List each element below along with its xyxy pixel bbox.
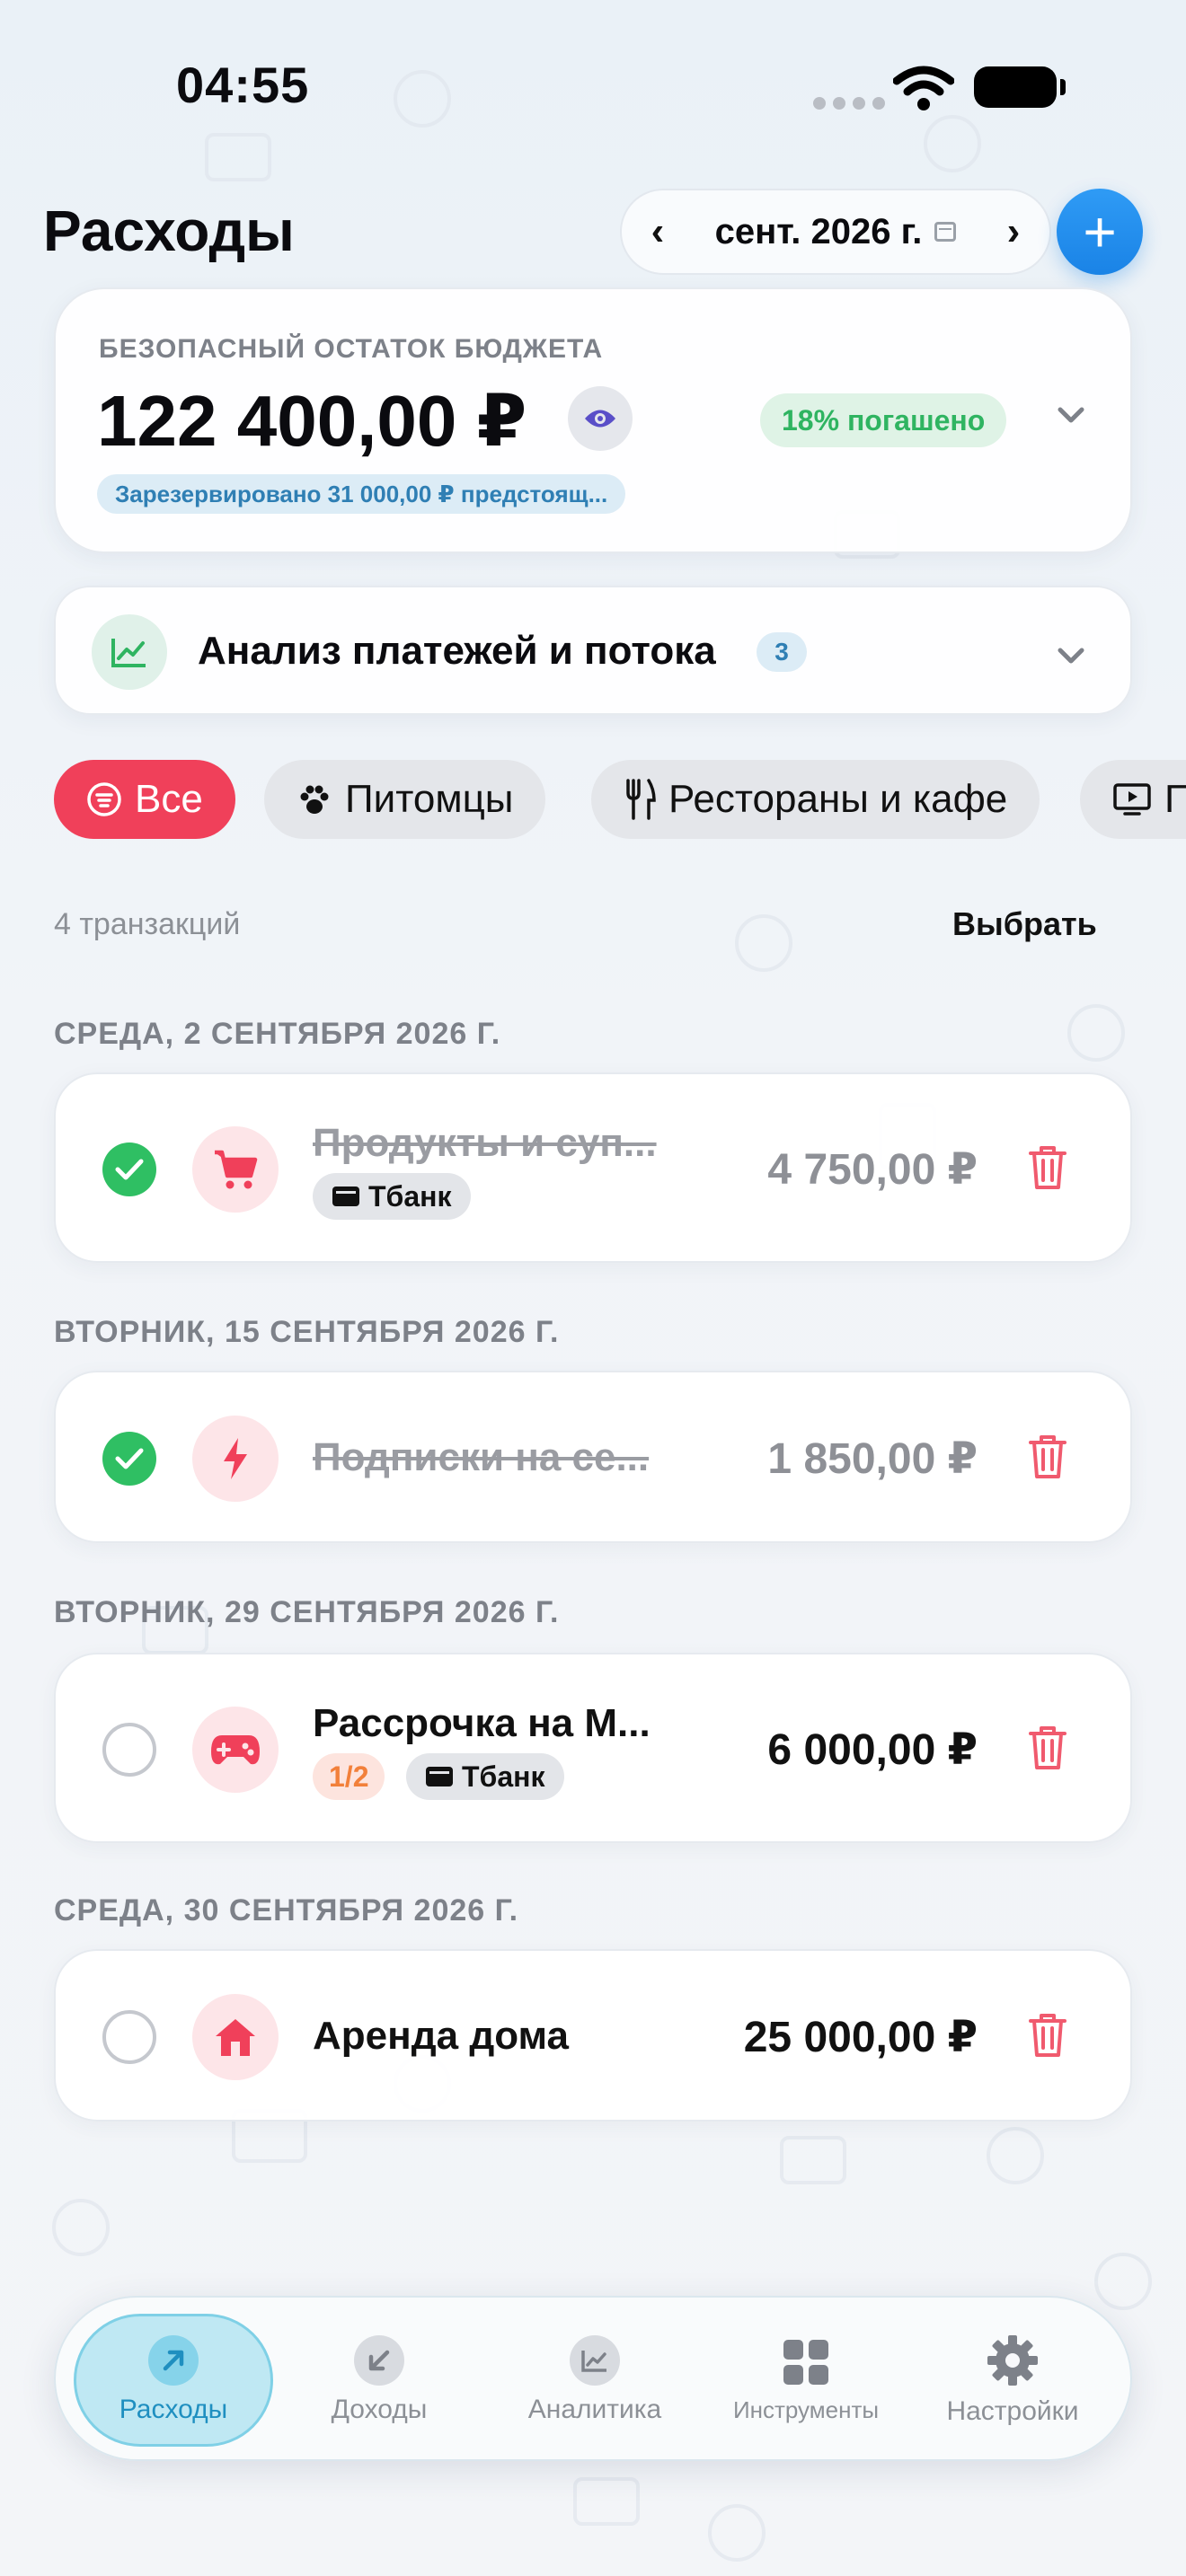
filter-label: Рестораны и кафе: [668, 777, 1008, 821]
gear-icon: [987, 2335, 1038, 2386]
transaction-count: 4 транзакций: [54, 907, 241, 941]
transaction-row[interactable]: Рассрочка на М... 1/2 Тбанк 6 000,00 ₽: [54, 1653, 1132, 1843]
select-button[interactable]: Выбрать: [952, 905, 1097, 943]
trash-icon[interactable]: [1028, 1434, 1067, 1480]
transaction-amount: 25 000,00 ₽: [743, 2014, 978, 2061]
tab-label: Инструменты: [732, 2395, 880, 2423]
plus-icon: +: [1083, 199, 1117, 264]
paw-icon: [300, 785, 329, 814]
transaction-name: Продукты и суп...: [313, 1121, 657, 1165]
transaction-name: Аренда дома: [313, 2014, 569, 2058]
transaction-name: Рассрочка на М...: [313, 1701, 651, 1745]
unchecked-circle-icon[interactable]: [102, 1723, 156, 1777]
account-tag: Тбанк: [406, 1753, 565, 1800]
filter-label: Все: [135, 777, 203, 821]
filter-label: П: [1164, 777, 1186, 821]
filter-chip-all[interactable]: Все: [54, 760, 235, 839]
day-header: СРЕДА, 2 СЕНТЯБРЯ 2026 Г.: [54, 1017, 501, 1051]
trash-icon[interactable]: [1028, 1725, 1067, 1771]
tab-income[interactable]: Доходы: [289, 2314, 469, 2447]
chevron-right-icon[interactable]: ›: [978, 209, 1049, 254]
chevron-left-icon[interactable]: ‹: [622, 209, 694, 254]
chart-icon: [570, 2335, 620, 2386]
day-header: ВТОРНИК, 29 СЕНТЯБРЯ 2026 Г.: [54, 1595, 560, 1629]
month-label: сент. 2026 г.: [714, 211, 923, 251]
chart-icon: [92, 614, 167, 690]
transaction-row[interactable]: Продукты и суп... Тбанк 4 750,00 ₽: [54, 1072, 1132, 1263]
filter-label: Питомцы: [345, 777, 514, 821]
status-time: 04:55: [176, 57, 310, 113]
cart-icon: [192, 1126, 279, 1213]
tv-icon: [1113, 783, 1151, 816]
card-icon: [332, 1187, 359, 1206]
calendar-icon: [934, 222, 957, 242]
page-title: Расходы: [43, 198, 295, 263]
reserved-badge: Зарезервировано 31 000,00 ₽ предстоящ...: [97, 474, 626, 514]
trash-icon[interactable]: [1028, 2012, 1067, 2059]
arrow-down-left-icon: [354, 2335, 404, 2386]
card-icon: [426, 1767, 453, 1786]
trash-icon[interactable]: [1028, 1144, 1067, 1191]
paid-percent-badge: 18% погашено: [760, 393, 1007, 447]
transaction-name: Подписки на се...: [313, 1435, 650, 1479]
eye-icon[interactable]: [568, 386, 633, 451]
bolt-icon: [192, 1416, 279, 1502]
transaction-amount: 4 750,00 ₽: [767, 1146, 978, 1194]
account-label: Тбанк: [462, 1760, 545, 1793]
cellular-dots-icon: [813, 97, 885, 110]
transaction-amount: 6 000,00 ₽: [767, 1726, 978, 1774]
analysis-card[interactable]: Анализ платежей и потока 3: [54, 586, 1132, 715]
house-icon: [192, 1994, 279, 2080]
chevron-down-icon[interactable]: [1053, 397, 1089, 433]
month-selector: ‹ сент. 2026 г. ›: [620, 189, 1051, 275]
gamepad-icon: [192, 1707, 279, 1793]
checkmark-icon[interactable]: [102, 1142, 156, 1196]
tab-label: Аналитика: [527, 2395, 662, 2424]
unchecked-circle-icon[interactable]: [102, 2010, 156, 2064]
budget-card[interactable]: БЕЗОПАСНЫЙ ОСТАТОК БЮДЖЕТА 122 400,00 ₽ …: [54, 287, 1132, 553]
tab-tools[interactable]: Инструменты: [712, 2314, 900, 2447]
tab-label: Доходы: [331, 2395, 428, 2424]
filter-chip-restaurants[interactable]: Рестораны и кафе: [591, 760, 1040, 839]
analysis-count-badge: 3: [757, 632, 807, 672]
month-label-button[interactable]: сент. 2026 г.: [694, 212, 978, 252]
tab-bar: Расходы Доходы Аналитика Инструменты Нас…: [54, 2296, 1132, 2461]
arrow-up-right-icon: [148, 2335, 199, 2386]
category-filter-bar: Все Питомцы Рестораны и кафе П: [54, 760, 1186, 839]
transaction-amount: 1 850,00 ₽: [767, 1435, 978, 1483]
checkmark-icon[interactable]: [102, 1432, 156, 1486]
account-label: Тбанк: [368, 1179, 452, 1213]
add-expense-button[interactable]: +: [1057, 189, 1143, 275]
day-header: ВТОРНИК, 15 СЕНТЯБРЯ 2026 Г.: [54, 1315, 560, 1349]
tab-settings[interactable]: Настройки: [918, 2314, 1107, 2447]
status-bar: 04:55: [0, 0, 1186, 171]
grid-icon: [783, 2339, 828, 2385]
tab-expenses[interactable]: Расходы: [74, 2314, 273, 2447]
chevron-down-icon[interactable]: [1053, 638, 1089, 674]
account-tag: Тбанк: [313, 1173, 472, 1220]
budget-caption: БЕЗОПАСНЫЙ ОСТАТОК БЮДЖЕТА: [99, 334, 604, 364]
tab-label: Расходы: [119, 2395, 228, 2424]
tab-label: Настройки: [946, 2396, 1079, 2426]
analysis-label: Анализ платежей и потока: [198, 629, 716, 673]
installment-badge: 1/2: [313, 1753, 385, 1800]
transaction-row[interactable]: Аренда дома 25 000,00 ₽: [54, 1949, 1132, 2122]
wifi-icon: [893, 66, 954, 110]
day-header: СРЕДА, 30 СЕНТЯБРЯ 2026 Г.: [54, 1893, 519, 1928]
filter-chip-pets[interactable]: Питомцы: [264, 760, 546, 839]
fork-knife-icon: [626, 779, 656, 820]
filter-chip-subscriptions[interactable]: П: [1080, 760, 1186, 839]
budget-amount: 122 400,00 ₽: [97, 381, 527, 461]
list-icon: [87, 782, 121, 816]
tab-analytics[interactable]: Аналитика: [496, 2314, 694, 2447]
transaction-row[interactable]: Подписки на се... 1 850,00 ₽: [54, 1371, 1132, 1543]
battery-icon: [974, 66, 1066, 108]
